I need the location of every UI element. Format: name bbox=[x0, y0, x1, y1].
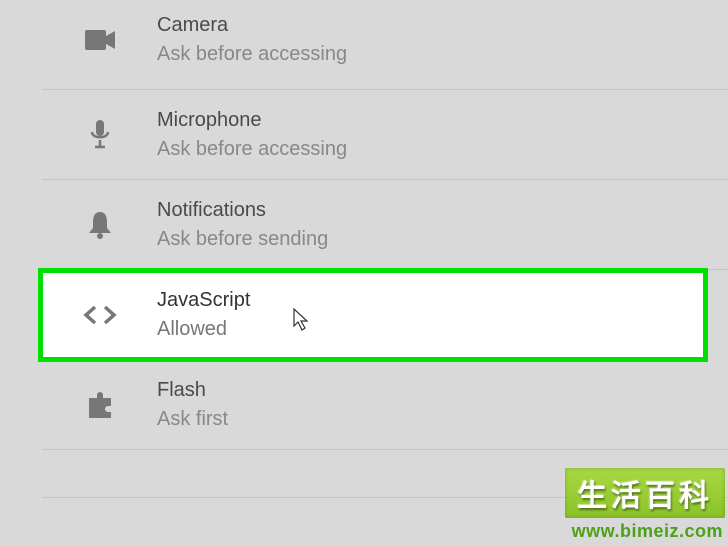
setting-text: JavaScript Allowed bbox=[157, 289, 706, 341]
microphone-icon bbox=[42, 120, 157, 150]
setting-row-camera[interactable]: Camera Ask before accessing bbox=[42, 0, 728, 90]
watermark-logo: 生活百科 bbox=[565, 468, 725, 518]
setting-title: Camera bbox=[157, 14, 728, 37]
setting-title: Notifications bbox=[157, 199, 728, 222]
setting-title: JavaScript bbox=[157, 289, 706, 312]
setting-row-notifications[interactable]: Notifications Ask before sending bbox=[42, 180, 728, 270]
watermark-url: www.bimeiz.com bbox=[572, 521, 723, 542]
setting-subtitle: Ask before accessing bbox=[157, 138, 728, 161]
setting-subtitle: Ask first bbox=[157, 408, 728, 431]
camera-icon bbox=[42, 30, 157, 50]
setting-title: Microphone bbox=[157, 109, 728, 132]
setting-subtitle: Allowed bbox=[157, 318, 706, 341]
setting-row-flash[interactable]: Flash Ask first bbox=[42, 360, 728, 450]
setting-text: Microphone Ask before accessing bbox=[157, 109, 728, 161]
content-settings-list: Camera Ask before accessing Microphone A… bbox=[42, 0, 728, 498]
setting-text: Camera Ask before accessing bbox=[157, 14, 728, 66]
bell-icon bbox=[42, 210, 157, 240]
setting-text: Flash Ask first bbox=[157, 379, 728, 431]
setting-text: Notifications Ask before sending bbox=[157, 199, 728, 251]
puzzle-icon bbox=[42, 390, 157, 420]
setting-subtitle: Ask before accessing bbox=[157, 43, 728, 66]
watermark-logo-text: 生活百科 bbox=[577, 471, 713, 515]
setting-subtitle: Ask before sending bbox=[157, 228, 728, 251]
setting-row-microphone[interactable]: Microphone Ask before accessing bbox=[42, 90, 728, 180]
setting-title: Flash bbox=[157, 379, 728, 402]
setting-row-javascript[interactable]: JavaScript Allowed bbox=[40, 270, 706, 360]
code-icon bbox=[42, 305, 157, 325]
